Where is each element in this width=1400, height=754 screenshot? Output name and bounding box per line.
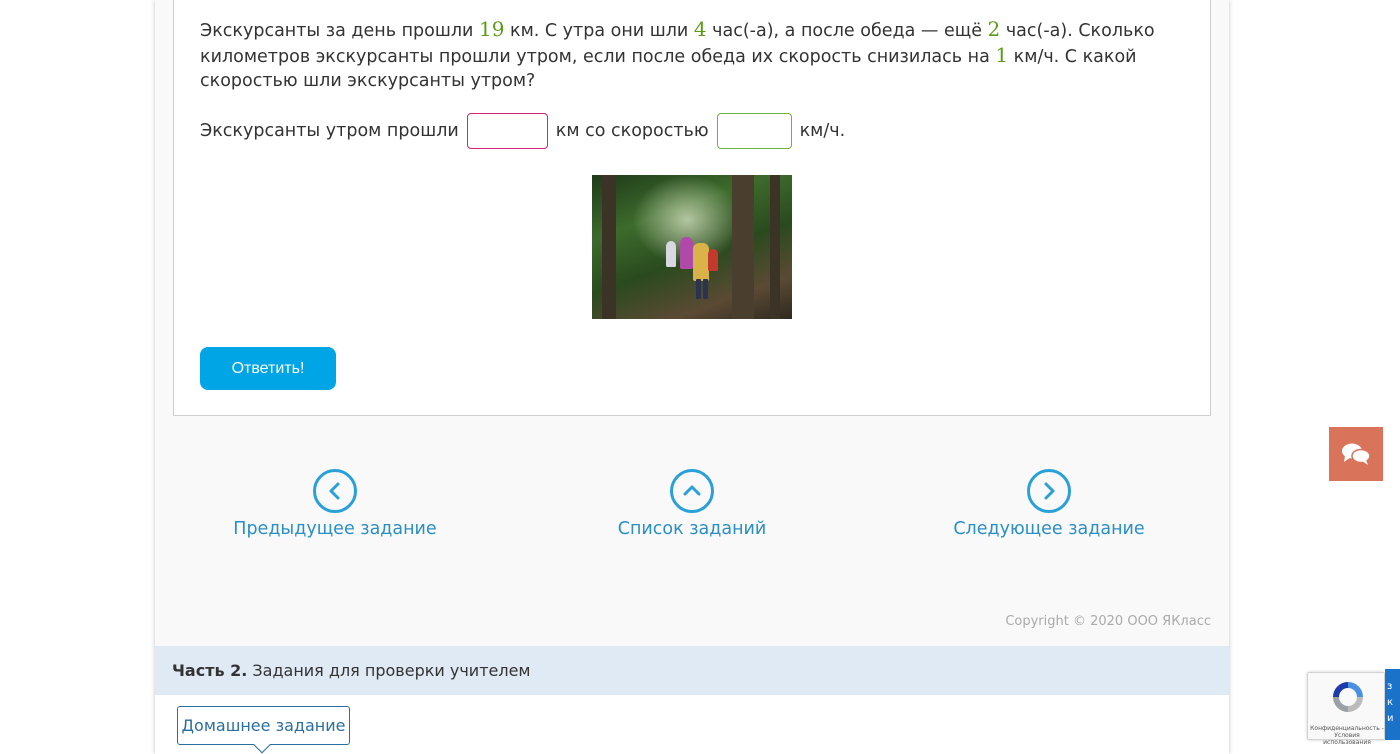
part2-body: Домашнее задание: [155, 695, 1229, 754]
homework-tab-label[interactable]: Домашнее задание: [182, 716, 346, 735]
answer-middle: км со скоростью: [555, 121, 709, 141]
page-shell: Экскурсанты за день прошли 19 км. С утра…: [155, 0, 1229, 754]
part2-title: Задания для проверки учителем: [252, 661, 531, 680]
task-text-segment: км. С утра они шли: [504, 21, 694, 41]
homework-tab[interactable]: Домашнее задание: [177, 706, 350, 754]
task-text-segment: час(-а), а после обеда — ещё: [706, 21, 988, 41]
next-task-label[interactable]: Следующее задание: [929, 519, 1169, 539]
part2-number: Часть 2.: [172, 661, 248, 680]
task-number-morning-hours: 4: [693, 17, 707, 41]
task-list-label[interactable]: Список заданий: [572, 519, 812, 539]
part2-header: Часть 2. Задания для проверки учителем: [155, 646, 1229, 695]
answer-suffix: км/ч.: [799, 121, 846, 141]
distance-input[interactable]: [466, 113, 548, 149]
hikers-forest-photo: [592, 175, 792, 319]
task-list-link[interactable]: Список заданий: [572, 469, 812, 539]
chevron-right-circle-icon[interactable]: [1027, 469, 1071, 513]
chevron-up-circle-icon[interactable]: [670, 469, 714, 513]
task-card: Экскурсанты за день прошли 19 км. С утра…: [173, 0, 1211, 416]
prev-task-link[interactable]: Предыдущее задание: [215, 469, 455, 539]
answer-prefix: Экскурсанты утром прошли: [200, 121, 459, 141]
side-panel-tab[interactable]: з к и: [1385, 669, 1400, 740]
chevron-left-circle-icon[interactable]: [313, 469, 357, 513]
chat-button[interactable]: [1329, 427, 1383, 481]
copyright-text: Copyright © 2020 ООО ЯКласс: [1005, 614, 1211, 629]
task-text-segment: Экскурсанты за день прошли: [200, 21, 479, 41]
chat-bubbles-icon: [1342, 443, 1371, 465]
task-number-distance: 19: [478, 17, 505, 41]
submit-answer-button[interactable]: Ответить!: [200, 347, 336, 390]
prev-task-label[interactable]: Предыдущее задание: [215, 519, 455, 539]
task-number-afternoon-hours: 2: [987, 17, 1001, 41]
side-panel-letters[interactable]: з к и: [1387, 681, 1394, 724]
recaptcha-terms[interactable]: Конфиденциальность - Условия использован…: [1310, 725, 1384, 746]
recaptcha-logo-icon: [1333, 682, 1363, 712]
speed-input[interactable]: [716, 113, 792, 149]
task-statement: Экскурсанты за день прошли 19 км. С утра…: [200, 17, 1190, 93]
next-task-link[interactable]: Следующее задание: [929, 469, 1169, 539]
task-number-speed-drop: 1: [995, 43, 1009, 67]
recaptcha-badge[interactable]: Конфиденциальность - Условия использован…: [1307, 672, 1385, 746]
answer-line: Экскурсанты утром прошли км со скоростью…: [200, 113, 845, 149]
